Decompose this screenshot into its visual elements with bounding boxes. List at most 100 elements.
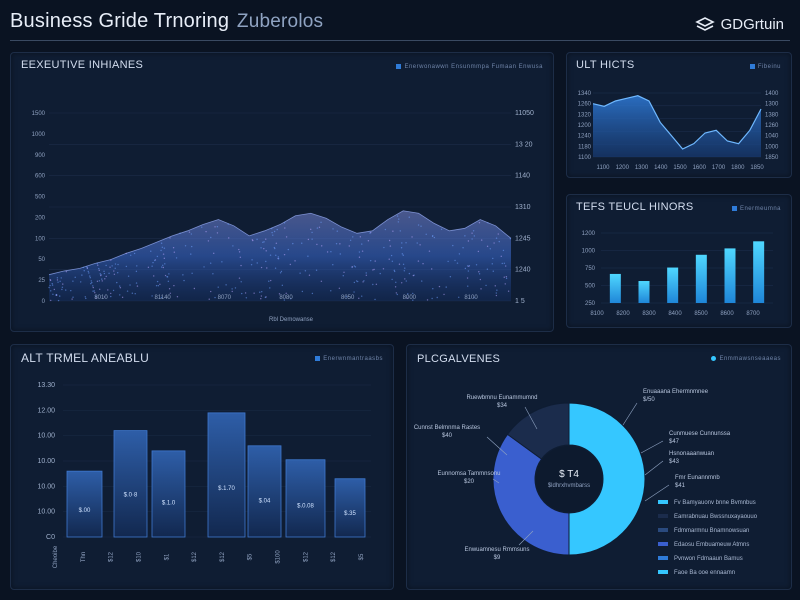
executive-texture-dot xyxy=(216,232,219,234)
executive-texture-dot xyxy=(182,274,184,276)
executive-texture-dot xyxy=(160,242,163,244)
executive-texture-dot xyxy=(159,283,161,286)
executive-texture-dot xyxy=(492,270,494,272)
executive-texture-dot xyxy=(311,231,313,234)
executive-y-tick-left: 500 xyxy=(35,195,46,201)
executive-texture-dot xyxy=(467,240,470,242)
executive-texture-dot xyxy=(163,257,166,260)
executive-texture-dot xyxy=(496,289,498,291)
executive-texture-dot xyxy=(449,275,452,278)
brand[interactable]: GDGrtuin xyxy=(694,16,784,33)
executive-texture-dot xyxy=(154,259,156,262)
executive-texture-dot xyxy=(210,236,212,239)
executive-texture-dot xyxy=(408,272,411,275)
donut-callout-label: Fmr Eunannmnb xyxy=(675,475,720,481)
executive-y-tick-right: 11050 xyxy=(515,110,534,117)
executive-texture-dot xyxy=(382,268,385,270)
executive-texture-dot xyxy=(221,261,223,263)
executive-texture-dot xyxy=(332,264,334,266)
executive-texture-dot xyxy=(161,246,164,249)
executive-texture-dot xyxy=(445,286,447,288)
executive-texture-dot xyxy=(425,233,427,235)
executive-texture-dot xyxy=(372,283,374,286)
executive-texture-dot xyxy=(270,279,272,282)
executive-texture-dot xyxy=(72,296,74,298)
executive-texture-dot xyxy=(203,266,205,268)
executive-texture-dot xyxy=(495,292,497,294)
executive-texture-dot xyxy=(447,260,449,263)
donut-callout-label: Ruewbmnu Eunammumnd xyxy=(466,395,537,401)
executive-texture-dot xyxy=(59,295,61,297)
executive-y-tick-left: 25 xyxy=(38,278,45,284)
ulthicts-y-tick-left: 1320 xyxy=(578,112,592,118)
executive-texture-dot xyxy=(486,245,489,248)
alt-bar-label: $.04 xyxy=(259,498,271,504)
executive-texture-dot xyxy=(169,292,172,294)
executive-texture-dot xyxy=(500,255,502,258)
executive-texture-dot xyxy=(89,275,91,277)
donut-callout-line xyxy=(644,484,670,502)
executive-texture-dot xyxy=(263,241,265,243)
ulthicts-y-tick-left: 1100 xyxy=(578,155,592,161)
ulthicts-x-tick: 1700 xyxy=(712,165,726,171)
executive-texture-dot xyxy=(65,270,68,273)
executive-texture-dot xyxy=(238,277,241,279)
executive-y-tick-right: 1240 xyxy=(515,267,531,274)
executive-texture-dot xyxy=(130,254,132,257)
tefs-bar xyxy=(609,273,621,303)
executive-texture-dot xyxy=(417,260,420,262)
donut-legend-item: Faoe Ba ooe ennaamn xyxy=(658,570,735,576)
header-divider xyxy=(10,40,790,41)
executive-y-tick-left: 0 xyxy=(42,299,46,305)
donut-legend-item: Fv Bamyauonv bnne Bvmnbus xyxy=(658,500,756,506)
executive-texture-dot xyxy=(155,285,158,287)
tefs-x-tick: 8200 xyxy=(616,311,630,317)
executive-texture-dot xyxy=(361,250,364,252)
executive-texture-dot xyxy=(213,252,215,255)
executive-texture-dot xyxy=(136,265,138,267)
executive-texture-dot xyxy=(191,272,193,275)
executive-texture-dot xyxy=(55,294,58,296)
executive-texture-dot xyxy=(96,280,99,283)
executive-texture-dot xyxy=(271,227,273,230)
executive-texture-dot xyxy=(231,290,233,293)
executive-texture-dot xyxy=(232,245,234,247)
executive-texture-dot xyxy=(391,260,394,262)
executive-texture-dot xyxy=(428,250,431,252)
executive-texture-dot xyxy=(150,250,152,252)
executive-texture-dot xyxy=(467,265,470,267)
executive-texture-dot xyxy=(400,247,403,249)
executive-texture-dot xyxy=(388,258,390,260)
executive-texture-dot xyxy=(390,254,393,257)
executive-texture-dot xyxy=(260,266,263,269)
donut-callout-line xyxy=(622,402,638,426)
executive-y-tick-right: 1310 xyxy=(515,204,531,211)
executive-texture-dot xyxy=(472,230,475,232)
executive-texture-dot xyxy=(107,289,109,291)
executive-texture-dot xyxy=(156,255,159,258)
alt-x-tick: $12 xyxy=(331,551,337,562)
executive-texture-dot xyxy=(473,235,476,237)
executive-texture-dot xyxy=(354,266,357,268)
executive-texture-dot xyxy=(369,232,371,234)
brand-name: GDGrtuin xyxy=(720,16,784,33)
executive-texture-dot xyxy=(85,297,87,300)
ulthicts-y-tick-right: 1380 xyxy=(765,112,779,118)
executive-texture-dot xyxy=(151,295,153,297)
executive-texture-dot xyxy=(320,221,322,224)
executive-texture-dot xyxy=(492,257,494,260)
executive-y-tick-left: 1000 xyxy=(32,132,46,138)
legend-swatch xyxy=(658,542,668,547)
executive-texture-dot xyxy=(263,247,265,250)
donut-callout-label: Enuaaana Ehermnmnee xyxy=(643,389,709,395)
ulthicts-x-tick: 1600 xyxy=(693,165,707,171)
executive-texture-dot xyxy=(374,298,376,301)
executive-texture-dot xyxy=(431,235,434,238)
executive-texture-dot xyxy=(358,256,361,258)
executive-texture-dot xyxy=(275,254,277,256)
executive-texture-dot xyxy=(268,280,270,282)
executive-texture-dot xyxy=(57,299,60,302)
executive-texture-dot xyxy=(361,295,363,297)
executive-x-tick: 8050 xyxy=(341,295,355,301)
legend-item-label: Fdmmarmnu Bnamnowsuan xyxy=(674,528,750,534)
